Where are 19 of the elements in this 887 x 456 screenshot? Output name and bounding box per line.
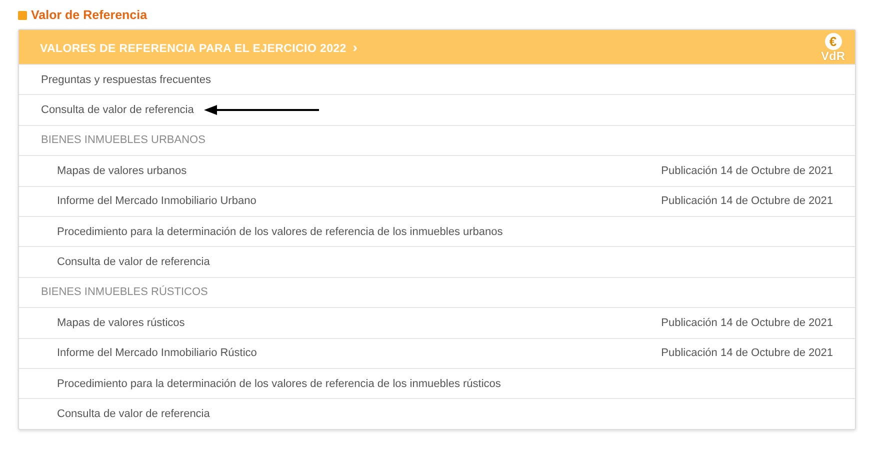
publication-date: Publicación 14 de Octubre de 2021 bbox=[661, 164, 833, 177]
menu-link[interactable]: Consulta de valor de referencia bbox=[41, 256, 210, 268]
menu-link[interactable]: Procedimiento para la determinación de los valores de referencia de los inmuebles rústicos bbox=[41, 378, 501, 390]
publication-date: Publicación 14 de Octubre de 2021 bbox=[661, 347, 833, 360]
menu-link[interactable]: Mapas de valores urbanos bbox=[41, 164, 187, 177]
menu-link[interactable]: Consulta de valor de referencia bbox=[41, 104, 194, 116]
publication-date: Publicación 14 de Octubre de 2021 bbox=[661, 195, 833, 208]
menu-link[interactable]: Preguntas y respuestas frecuentes bbox=[41, 74, 211, 86]
menu-link[interactable]: Informe del Mercado Inmobiliario Rústico bbox=[41, 347, 257, 360]
page-title: Valor de Referencia bbox=[31, 8, 148, 22]
menu-link[interactable]: Mapas de valores rústicos bbox=[41, 316, 185, 329]
publication-date: Publicación 14 de Octubre de 2021 bbox=[661, 316, 833, 329]
menu-link[interactable]: Consulta de valor de referencia bbox=[41, 408, 210, 420]
square-icon bbox=[18, 10, 27, 20]
menu-link[interactable]: Informe del Mercado Inmobiliario Urbano bbox=[41, 195, 256, 208]
section-heading: BIENES INMUEBLES URBANOS bbox=[41, 134, 206, 146]
vdr-logo: € VdR bbox=[821, 32, 845, 62]
menu-link[interactable]: Procedimiento para la determinación de los valores de referencia de los inmuebles urbanos bbox=[41, 226, 503, 238]
section-heading: BIENES INMUEBLES RÚSTICOS bbox=[41, 286, 208, 298]
